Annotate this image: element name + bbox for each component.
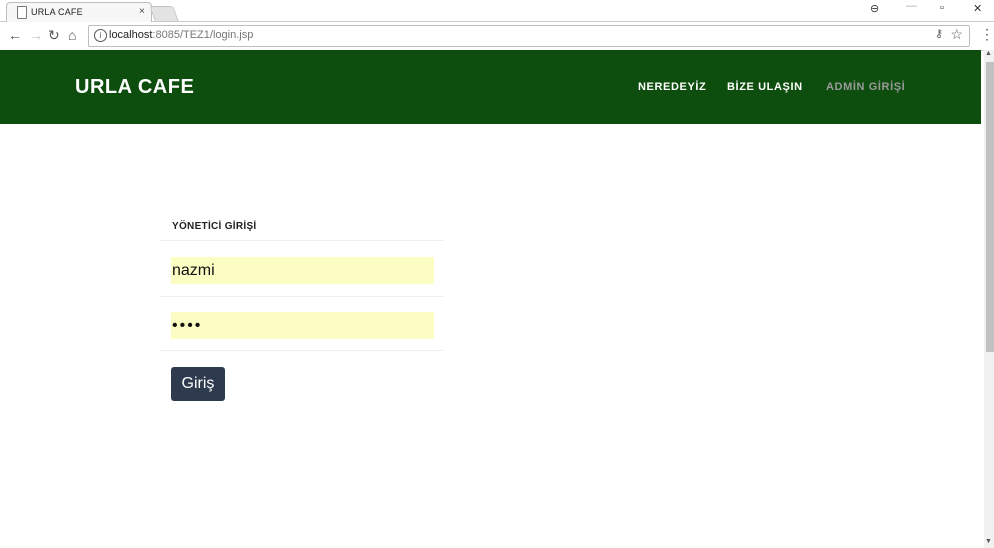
restore-icon[interactable]: ▫: [940, 2, 944, 14]
back-icon[interactable]: ←: [8, 27, 22, 43]
page-icon: [17, 6, 27, 19]
forward-icon[interactable]: →: [29, 27, 43, 43]
account-icon[interactable]: ⊖: [870, 2, 879, 15]
scroll-up-icon[interactable]: ▲: [985, 50, 992, 57]
minimize-icon[interactable]: —: [906, 0, 917, 12]
browser-toolbar: ← → ↻ ⌂ i localhost:8085/TEZ1/login.jsp …: [0, 22, 994, 51]
star-icon[interactable]: ☆: [950, 26, 963, 43]
login-title: YÖNETİCİ GİRİŞİ: [172, 221, 257, 232]
url-text: localhost:8085/TEZ1/login.jsp: [109, 29, 253, 41]
browser-tabstrip: URLA CAFE × ⊖ — ▫ ✕: [0, 0, 994, 22]
menu-icon[interactable]: ⋮: [980, 26, 994, 43]
info-icon[interactable]: i: [94, 29, 107, 42]
tab-close-icon[interactable]: ×: [139, 6, 145, 17]
scrollbar-thumb[interactable]: [986, 62, 994, 352]
home-icon[interactable]: ⌂: [68, 27, 76, 43]
key-icon[interactable]: ⚷: [935, 27, 943, 40]
browser-tab[interactable]: URLA CAFE ×: [6, 2, 152, 22]
divider: [160, 240, 444, 241]
password-input[interactable]: [171, 312, 434, 339]
close-window-icon[interactable]: ✕: [973, 2, 982, 15]
reload-icon[interactable]: ↻: [48, 27, 60, 44]
url-host: localhost: [109, 29, 153, 41]
site-header: URLA CAFE NEREDEYİZ BİZE ULAŞIN ADMİN Gİ…: [0, 50, 981, 124]
username-input[interactable]: [171, 257, 434, 284]
url-path: :8085/TEZ1/login.jsp: [152, 29, 254, 41]
address-bar[interactable]: i localhost:8085/TEZ1/login.jsp ⚷ ☆: [88, 25, 970, 47]
divider: [160, 350, 444, 351]
divider: [160, 296, 444, 297]
tab-title: URLA CAFE: [31, 7, 83, 17]
new-tab-button[interactable]: [149, 6, 179, 21]
nav-link-admin-girisi[interactable]: ADMİN GİRİŞİ: [826, 81, 905, 93]
nav-link-bize-ulasin[interactable]: BİZE ULAŞIN: [727, 81, 803, 93]
login-button[interactable]: Giriş: [171, 367, 225, 401]
brand-logo[interactable]: URLA CAFE: [75, 76, 194, 99]
scroll-down-icon[interactable]: ▼: [985, 538, 992, 545]
nav-link-neredeyiz[interactable]: NEREDEYİZ: [638, 81, 706, 93]
